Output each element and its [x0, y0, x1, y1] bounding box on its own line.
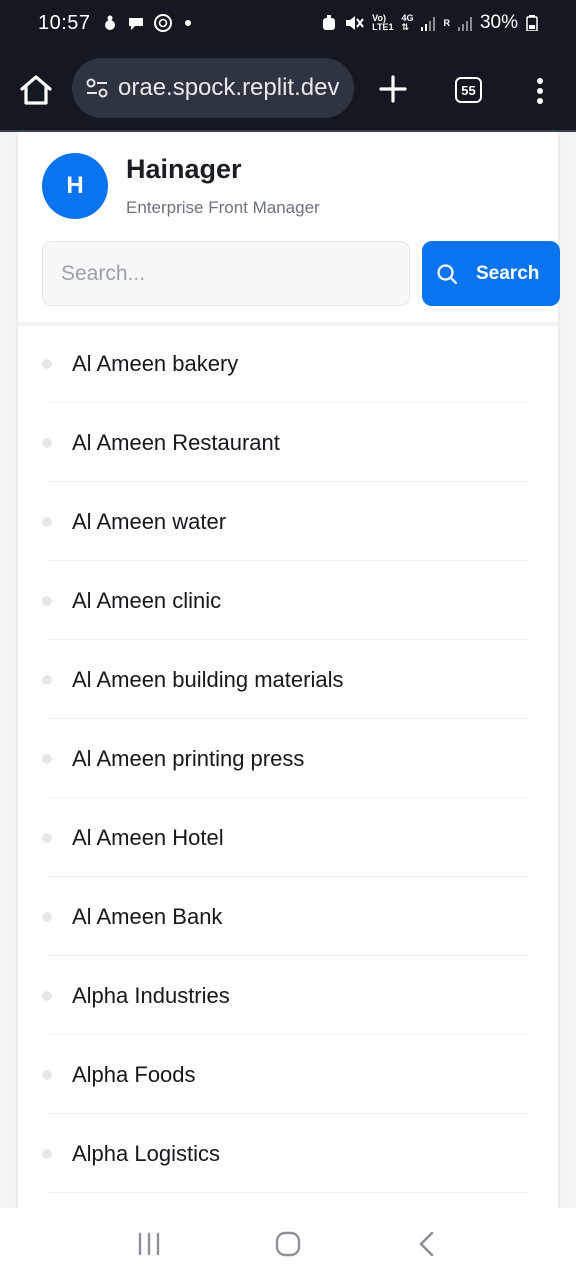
- bullet-icon: [42, 753, 52, 764]
- search-button[interactable]: Search: [422, 241, 560, 306]
- bullet-icon: [42, 595, 52, 606]
- mute-icon: [346, 16, 364, 30]
- list-item-label: Al Ameen clinic: [72, 587, 222, 613]
- browser-toolbar: orae.spock.replit.dev 55: [0, 46, 576, 132]
- list-item[interactable]: Alpha Industries: [18, 956, 558, 1035]
- list-item[interactable]: Al Ameen Restaurant: [18, 403, 558, 482]
- dot-icon: [537, 98, 543, 104]
- volte-indicator: Vo) LTE1: [372, 13, 394, 32]
- site-settings-icon[interactable]: [84, 75, 110, 101]
- back-icon: [419, 1231, 433, 1257]
- home-icon: [20, 75, 52, 105]
- bullet-icon: [42, 832, 52, 843]
- openai-icon: [153, 14, 172, 32]
- dot-icon: [537, 78, 543, 84]
- back-button[interactable]: [407, 1224, 447, 1264]
- sleep-icon: [104, 15, 115, 30]
- status-time: 10:57: [38, 11, 91, 34]
- tab-switcher-button[interactable]: 55: [455, 77, 482, 103]
- list-item-label: Al Ameen water: [72, 508, 227, 534]
- system-nav-bar: [0, 1208, 576, 1280]
- bullet-icon: [42, 437, 52, 448]
- new-tab-button[interactable]: [378, 74, 408, 104]
- signal-icon: [421, 15, 436, 31]
- recent-apps-icon: [139, 1232, 160, 1256]
- dot-icon: [537, 88, 543, 94]
- list-item[interactable]: Al Ameen printing press: [18, 719, 558, 798]
- home-circle-icon: [275, 1231, 301, 1257]
- list-item[interactable]: Alpha Logistics: [18, 1114, 558, 1193]
- bullet-icon: [42, 911, 52, 922]
- list-item-label: Alpha Industries: [72, 982, 230, 1008]
- avatar: H: [42, 153, 108, 219]
- list-item[interactable]: Al Ameen Bank: [18, 877, 558, 956]
- list-item-label: Al Ameen building materials: [72, 666, 344, 692]
- chat-icon: [128, 18, 143, 30]
- app-panel: H Hainager Enterprise Front Manager Sear…: [18, 132, 560, 1208]
- web-page: H Hainager Enterprise Front Manager Sear…: [0, 132, 576, 1208]
- battery-percent: 30%: [479, 12, 518, 33]
- bullet-icon: [42, 1069, 52, 1080]
- bullet-icon: [42, 674, 52, 685]
- list-item[interactable]: Al Ameen building materials: [18, 640, 558, 719]
- bullet-icon: [42, 516, 52, 527]
- search-button-label: Search: [476, 262, 540, 284]
- list-item[interactable]: Al Ameen clinic: [18, 561, 558, 640]
- list-item-label: Al Ameen bakery: [72, 350, 239, 376]
- list-item-label: Al Ameen Bank: [72, 903, 223, 929]
- list-item-label: Al Ameen printing press: [72, 745, 305, 771]
- bullet-icon: [42, 358, 52, 369]
- status-bar: 10:57 Vo) LTE1 4G ⇅ R 30%: [0, 0, 576, 46]
- list-item-label: Al Ameen Restaurant: [72, 429, 280, 455]
- url-text[interactable]: orae.spock.replit.dev: [118, 74, 339, 102]
- app-title: Hainager: [126, 154, 242, 184]
- home-nav-button[interactable]: [268, 1224, 308, 1264]
- list-item-label: Al Ameen Hotel: [72, 824, 224, 850]
- battery-icon: [526, 15, 538, 31]
- bullet-icon: [42, 990, 52, 1001]
- search-icon: [437, 263, 458, 284]
- address-bar[interactable]: orae.spock.replit.dev: [72, 58, 354, 118]
- app-subtitle: Enterprise Front Manager: [126, 198, 320, 217]
- alarm-icon: [323, 15, 336, 30]
- roaming-indicator: R: [443, 17, 450, 28]
- home-button[interactable]: [18, 73, 54, 107]
- plus-icon: [379, 75, 407, 103]
- overflow-menu-button[interactable]: [530, 76, 550, 106]
- list-item-label: Alpha Foods: [72, 1061, 196, 1087]
- recent-apps-button[interactable]: [129, 1224, 169, 1264]
- network-indicator: 4G ⇅: [401, 13, 414, 32]
- signal-icon-sim2: [457, 15, 472, 31]
- search-input[interactable]: [42, 241, 410, 306]
- notification-icons: [101, 13, 191, 33]
- list-item-label: Alpha Logistics: [72, 1140, 220, 1166]
- list-item[interactable]: Al Ameen water: [18, 482, 558, 561]
- app-header: H Hainager Enterprise Front Manager Sear…: [18, 132, 560, 326]
- list-item[interactable]: Al Ameen bakery: [18, 324, 558, 403]
- enterprise-list: Al Ameen bakery Al Ameen Restaurant Al A…: [18, 324, 558, 1193]
- bullet-icon: [42, 1148, 52, 1159]
- list-item[interactable]: Al Ameen Hotel: [18, 798, 558, 877]
- more-notifications-dot: [184, 20, 191, 26]
- list-item[interactable]: Alpha Foods: [18, 1035, 558, 1114]
